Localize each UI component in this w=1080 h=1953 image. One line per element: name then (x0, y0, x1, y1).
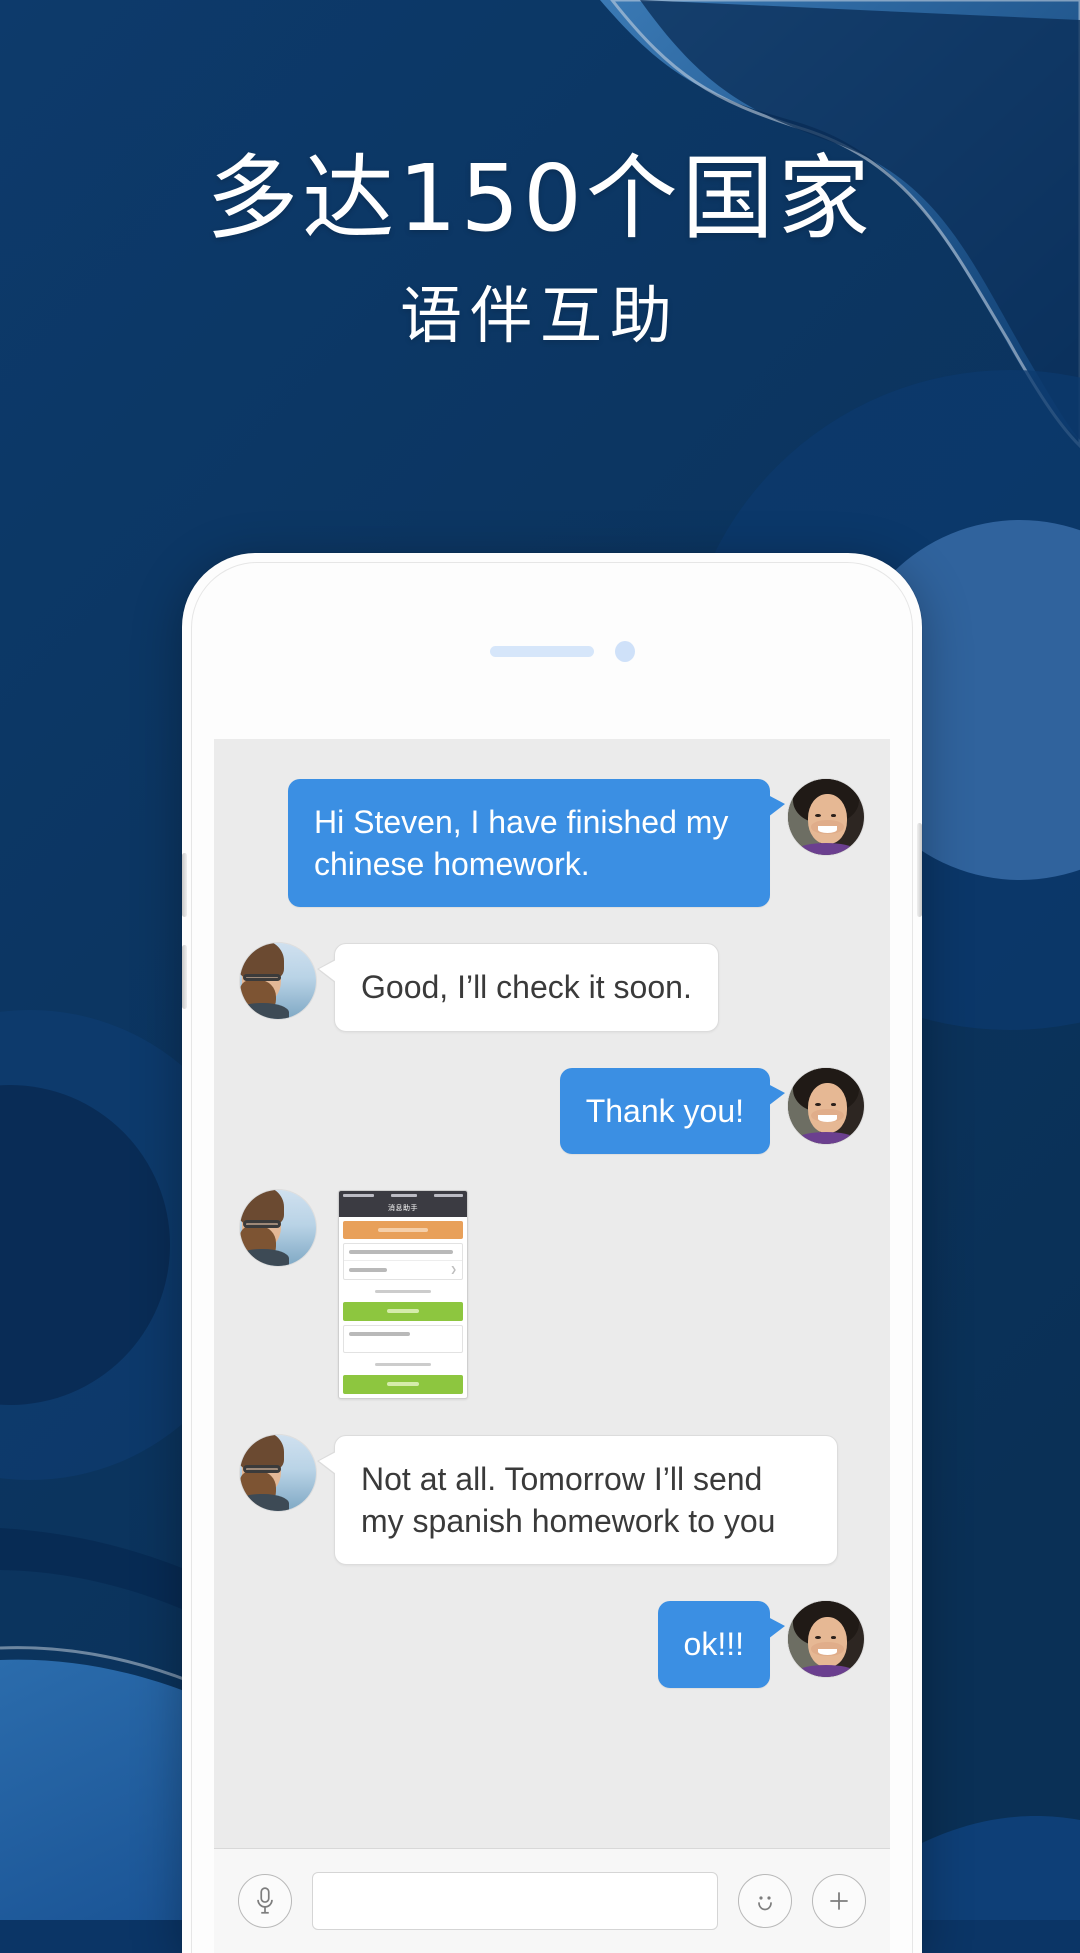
power-button[interactable] (917, 823, 922, 917)
mini-nav-title: 消息助手 (339, 1199, 467, 1217)
page-subtitle: 语伴互助 (399, 278, 680, 352)
message-text-field[interactable] (312, 1872, 718, 1930)
mini-hint (343, 1358, 463, 1371)
search-input[interactable] (313, 1873, 717, 1929)
mini-body-line (349, 1249, 453, 1254)
mini-green-button[interactable] (343, 1301, 463, 1321)
chat-message-list[interactable]: Hi Steven, I have finished my chinese ho… (214, 739, 890, 1848)
chevron-right-icon: ❯ (450, 1264, 457, 1274)
chat-bubble-text: Good, I’ll check it soon. (361, 969, 692, 1006)
chat-message-row: Good, I’ll check it soon. (240, 943, 864, 1032)
chat-bubble-text: Not at all. Tomorrow I’ll send my spanis… (361, 1460, 776, 1540)
mini-green-button[interactable] (343, 1374, 463, 1394)
mini-list-row[interactable]: ❯ (344, 1259, 462, 1279)
avatar[interactable] (240, 1434, 316, 1511)
chat-image-attachment[interactable]: 消息助手 ❯ (338, 1189, 468, 1399)
chat-bubble-outgoing[interactable]: Thank you! (559, 1067, 786, 1154)
chat-bubble-incoming[interactable]: Not at all. Tomorrow I’ll send my spanis… (317, 1434, 838, 1566)
mini-card: ❯ (343, 1242, 463, 1280)
chat-bubble-text: Thank you! (585, 1092, 744, 1129)
chat-bubble-outgoing[interactable]: Hi Steven, I have finished my chinese ho… (288, 779, 785, 908)
chat-bubble-text: ok!!! (683, 1626, 744, 1663)
chat-bubble-incoming[interactable]: Good, I’ll check it soon. (317, 943, 719, 1032)
chat-message-row: ok!!! (240, 1601, 864, 1688)
message-input-bar (214, 1848, 890, 1953)
page-title: 多达150个国家 (206, 145, 874, 252)
chat-bubble-outgoing[interactable]: ok!!! (657, 1601, 786, 1688)
hero-text-block: 多达150个国家 语伴互助 (0, 150, 1080, 350)
chat-message-row: Not at all. Tomorrow I’ll send my spanis… (240, 1434, 864, 1566)
phone-screen: Hi Steven, I have finished my chinese ho… (214, 739, 890, 1953)
mini-hint (343, 1285, 463, 1298)
mini-card (343, 1324, 463, 1353)
chat-message-row: 消息助手 ❯ (240, 1189, 864, 1399)
chat-bubble-text: Hi Steven, I have finished my chinese ho… (314, 804, 729, 883)
front-camera-icon (615, 641, 635, 662)
chat-message-row: Thank you! (240, 1067, 864, 1154)
volume-up-button[interactable] (182, 853, 187, 917)
avatar[interactable] (240, 1189, 316, 1266)
avatar[interactable] (240, 943, 316, 1020)
volume-down-button[interactable] (182, 945, 187, 1009)
mini-status-bar (339, 1190, 467, 1200)
chat-message-row: Hi Steven, I have finished my chinese ho… (240, 779, 864, 908)
earpiece-speaker-icon (490, 646, 594, 657)
mini-orange-button[interactable] (343, 1220, 463, 1239)
avatar[interactable] (788, 1067, 864, 1144)
avatar[interactable] (788, 1601, 864, 1678)
avatar[interactable] (788, 779, 864, 855)
phone-mockup: Hi Steven, I have finished my chinese ho… (182, 553, 922, 1953)
